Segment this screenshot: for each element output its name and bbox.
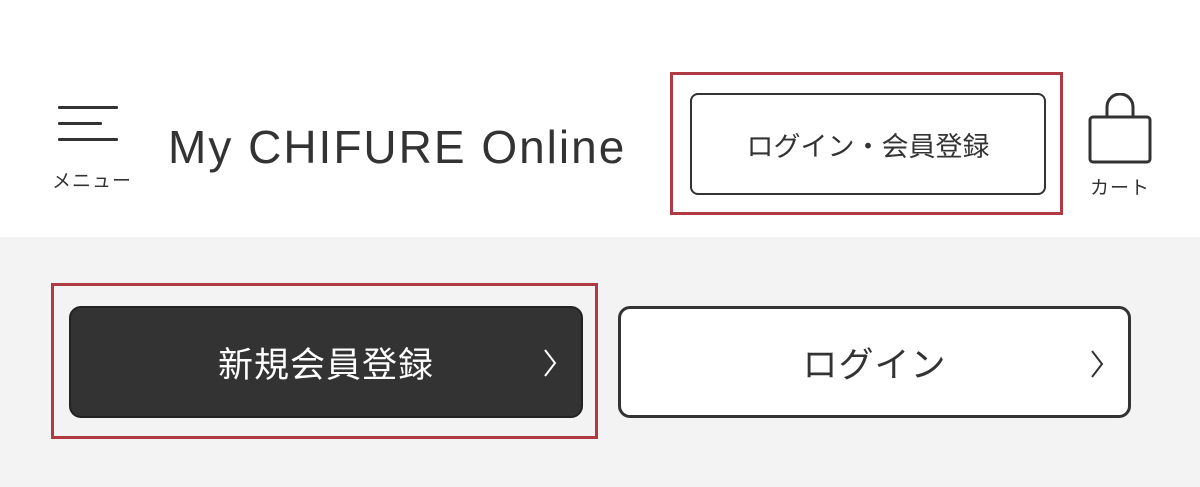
- login-button-label: ログイン: [802, 345, 947, 386]
- register-button[interactable]: 新規会員登録: [69, 306, 583, 418]
- login-button[interactable]: ログイン: [618, 306, 1131, 418]
- auth-actions-section: 新規会員登録 ログイン: [0, 237, 1200, 487]
- cart-label: カート: [1089, 177, 1150, 199]
- login-register-button[interactable]: ログイン・会員登録: [690, 93, 1046, 195]
- chevron-right-icon: [1091, 350, 1104, 378]
- hamburger-menu-icon: [58, 104, 118, 142]
- shopping-bag-icon: [1088, 93, 1152, 164]
- register-button-label: 新規会員登録: [217, 345, 434, 386]
- menu-button[interactable]: メニュー: [50, 104, 134, 194]
- chevron-right-icon: [544, 349, 557, 377]
- site-header: メニュー My CHIFURE Online ログイン・会員登録 カート: [0, 0, 1200, 237]
- site-title[interactable]: My CHIFURE Online: [168, 120, 626, 174]
- menu-label: メニュー: [51, 170, 132, 192]
- page: メニュー My CHIFURE Online ログイン・会員登録 カート 新規会…: [0, 0, 1200, 487]
- cart-button[interactable]: カート: [1084, 93, 1156, 201]
